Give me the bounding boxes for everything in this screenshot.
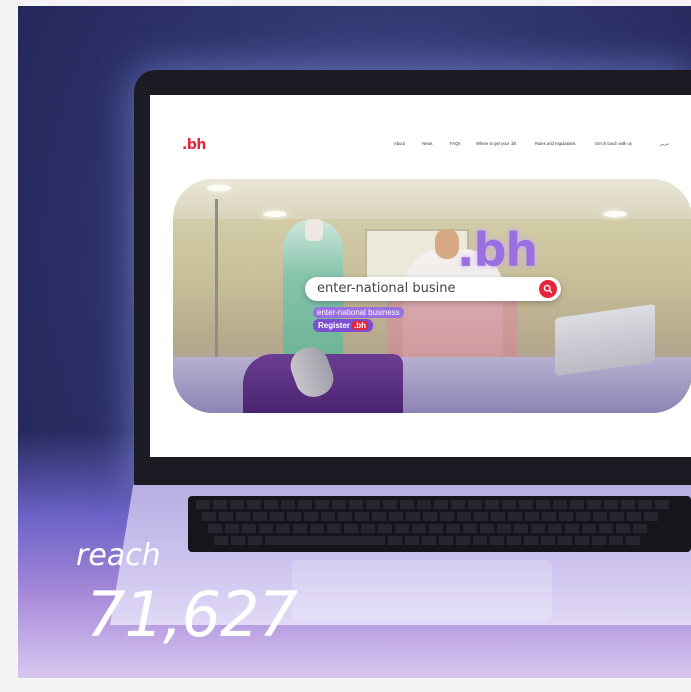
- search-input-value: enter-national busine: [317, 281, 456, 296]
- ceiling-light: [207, 185, 231, 191]
- nav-item-news[interactable]: News: [422, 141, 432, 146]
- register-label: Register: [318, 321, 351, 330]
- ceiling-light: [263, 211, 287, 217]
- key-row: [214, 536, 640, 545]
- key-row: [208, 524, 647, 533]
- laptop-screen: .bh About News FAQs Where to get your .b…: [150, 95, 691, 457]
- nav-item-contact[interactable]: Get in touch with us: [595, 141, 632, 146]
- site-logo[interactable]: .bh: [182, 137, 206, 153]
- key-row: [196, 500, 669, 509]
- ceiling-light: [603, 211, 627, 217]
- frame-border: [0, 0, 18, 692]
- stat-value: 71,627: [86, 578, 298, 651]
- frame-border: [0, 678, 691, 692]
- search-suggestion[interactable]: enter-national business: [313, 307, 404, 318]
- register-button[interactable]: Register .bh: [313, 319, 374, 332]
- domain-search-input[interactable]: enter-national busine: [305, 277, 561, 301]
- nav-item-where-to-get[interactable]: Where to get your .bh: [476, 141, 516, 146]
- key-row: [202, 512, 658, 521]
- mannequin-head: [305, 219, 323, 241]
- lang-toggle[interactable]: عربي: [660, 141, 669, 146]
- keyboard: [188, 496, 691, 552]
- nav-item-rules[interactable]: Rules and regulations: [535, 141, 576, 146]
- search-button[interactable]: [539, 280, 557, 298]
- nav-item-faqs[interactable]: FAQs: [450, 141, 460, 146]
- search-icon: [543, 284, 553, 294]
- nav-item-about[interactable]: About: [394, 141, 405, 146]
- register-tag: .bh: [352, 321, 369, 330]
- stat-label: reach: [76, 538, 161, 573]
- hero-brand: .bh: [457, 223, 538, 277]
- woman-face: [435, 229, 459, 259]
- trackpad: [292, 560, 552, 620]
- hero-banner: .bh enter-national busine enter-national…: [173, 179, 691, 413]
